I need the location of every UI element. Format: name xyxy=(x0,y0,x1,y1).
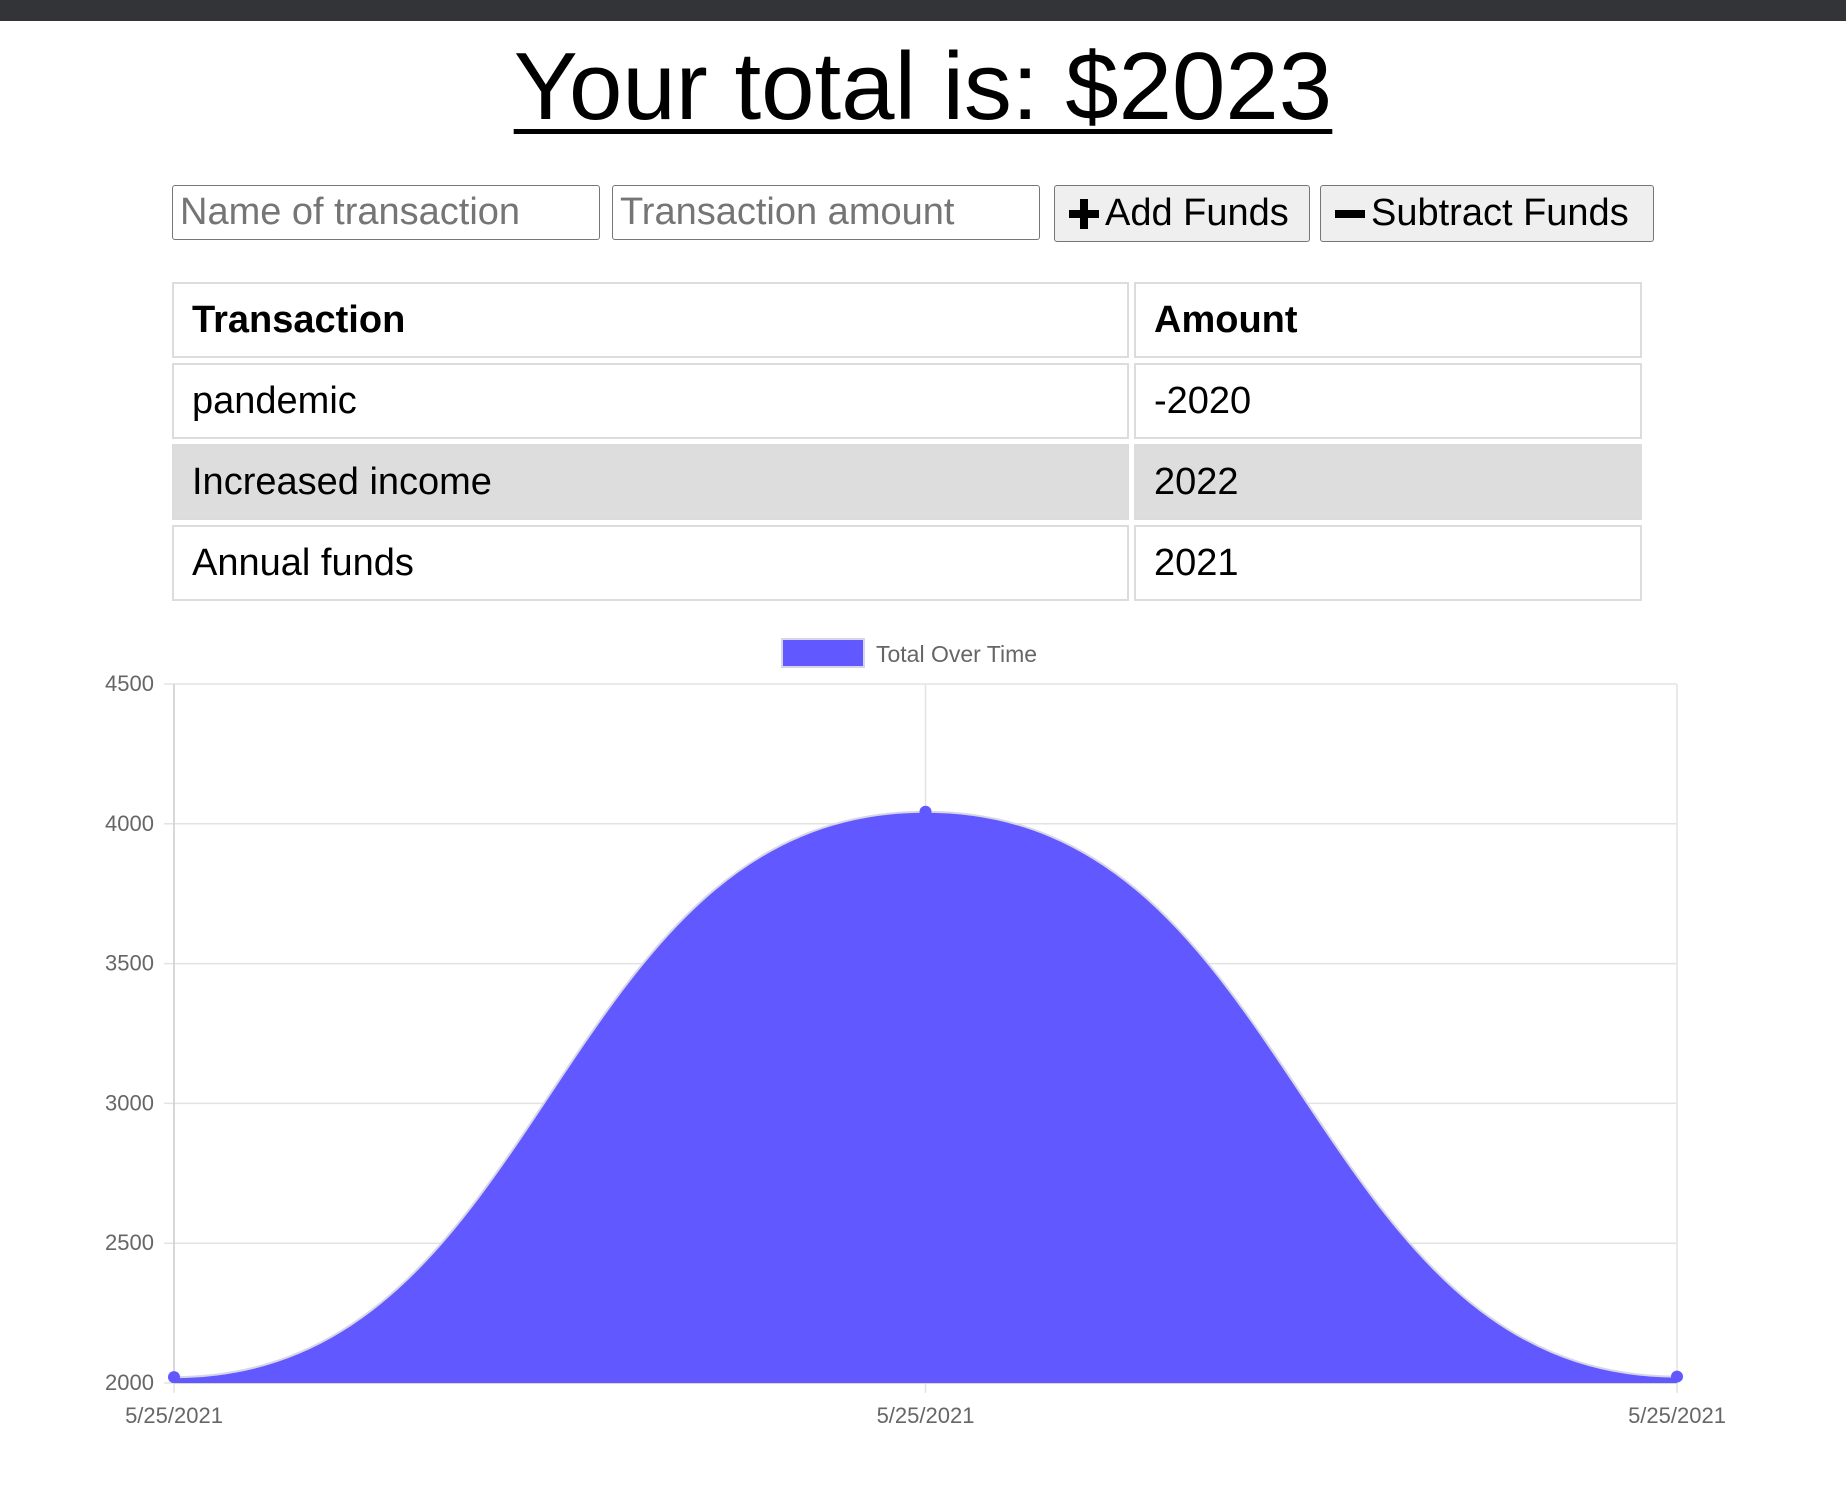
y-tick-label: 2000 xyxy=(105,1370,154,1395)
data-point xyxy=(919,805,932,818)
table-header-row: Transaction Amount xyxy=(172,282,1642,358)
total-heading: Your total is: $2023 xyxy=(0,32,1846,142)
y-tick-label: 3000 xyxy=(105,1090,154,1115)
header-transaction: Transaction xyxy=(172,282,1129,358)
x-tick-label: 5/25/2021 xyxy=(877,1403,975,1428)
total-label: Your total is: $ xyxy=(513,33,1119,140)
x-tick-label: 5/25/2021 xyxy=(125,1403,223,1428)
row-transaction-name: Increased income xyxy=(172,444,1129,520)
add-funds-label: Add Funds xyxy=(1105,192,1289,234)
legend-swatch xyxy=(781,638,865,668)
minus-icon xyxy=(1335,209,1365,218)
add-funds-button[interactable]: Add Funds xyxy=(1054,185,1310,242)
y-tick-label: 3500 xyxy=(105,951,154,976)
data-point xyxy=(168,1371,180,1384)
subtract-funds-label: Subtract Funds xyxy=(1371,192,1629,234)
y-tick-label: 4500 xyxy=(105,671,154,696)
data-point xyxy=(1671,1370,1683,1383)
transactions-table: Transaction Amount pandemic -2020 Increa… xyxy=(167,277,1647,606)
y-tick-label: 2500 xyxy=(105,1230,154,1255)
subtract-funds-button[interactable]: Subtract Funds xyxy=(1320,185,1654,242)
table-row: Annual funds 2021 xyxy=(172,525,1642,601)
chart-canvas: 4500 4000 3500 3000 2500 2000 5/25/2021 5/25/20… xyxy=(105,638,1726,1428)
total-value: 2023 xyxy=(1118,33,1333,140)
x-tick-label: 5/25/2021 xyxy=(1628,1403,1726,1428)
row-amount: 2022 xyxy=(1134,444,1642,520)
window-top-bar xyxy=(0,0,1846,21)
row-transaction-name: pandemic xyxy=(172,363,1129,439)
legend-label: Total Over Time xyxy=(876,641,1037,667)
row-transaction-name: Annual funds xyxy=(172,525,1129,601)
table-row: Increased income 2022 xyxy=(172,444,1642,520)
transaction-name-input[interactable] xyxy=(172,185,600,240)
plus-icon xyxy=(1069,198,1099,229)
row-amount: -2020 xyxy=(1134,363,1642,439)
total-over-time-chart: 4500 4000 3500 3000 2500 2000 5/25/2021 5/25/20… xyxy=(0,620,1846,1440)
transaction-amount-input[interactable] xyxy=(612,185,1040,240)
table-row: pandemic -2020 xyxy=(172,363,1642,439)
header-amount: Amount xyxy=(1134,282,1642,358)
series-area xyxy=(174,811,1677,1383)
row-amount: 2021 xyxy=(1134,525,1642,601)
y-tick-label: 4000 xyxy=(105,811,154,836)
